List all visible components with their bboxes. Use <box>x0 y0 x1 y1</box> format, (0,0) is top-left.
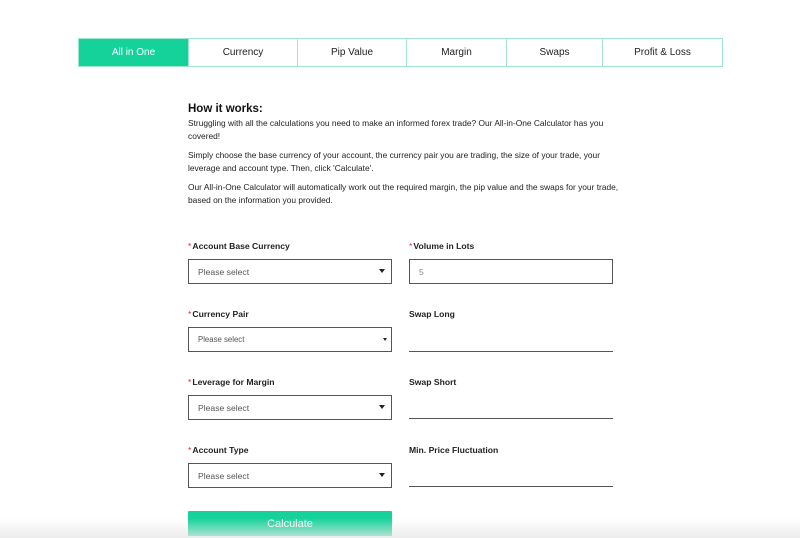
tab-currency[interactable]: Currency <box>188 39 297 66</box>
calculator-tabs: All in One Currency Pip Value Margin Swa… <box>78 38 723 67</box>
how-it-works-paragraph-2: Simply choose the base currency of your … <box>188 150 600 173</box>
tab-all-in-one[interactable]: All in One <box>79 39 188 66</box>
min-price-fluctuation-field <box>409 486 613 487</box>
min-price-fluctuation-label: Min. Price Fluctuation <box>409 445 499 455</box>
caret-down-icon <box>379 269 385 273</box>
required-mark: * <box>188 445 192 455</box>
volume-input[interactable]: 5 <box>409 259 613 284</box>
swap-long-field <box>409 351 613 352</box>
caret-down-icon <box>379 473 385 477</box>
required-mark: * <box>409 241 413 251</box>
tab-pip-value[interactable]: Pip Value <box>297 39 406 66</box>
account-type-select[interactable]: Please select <box>188 463 392 488</box>
base-currency-value: Please select <box>198 266 250 277</box>
caret-down-icon <box>383 338 387 341</box>
required-mark: * <box>188 309 192 319</box>
volume-label: *Volume in Lots <box>409 241 475 251</box>
base-currency-select[interactable]: Please select <box>188 259 392 284</box>
leverage-select[interactable]: Please select <box>188 395 392 420</box>
caret-down-icon <box>379 405 385 409</box>
calculate-button[interactable]: Calculate <box>188 511 392 536</box>
how-it-works-paragraph-3: Our All-in-One Calculator will automatic… <box>188 182 619 205</box>
how-it-works-paragraph-1: Struggling with all the calculations you… <box>188 118 604 141</box>
how-it-works-section: How it works: Struggling with all the ca… <box>188 103 628 213</box>
leverage-label: *Leverage for Margin <box>188 377 275 387</box>
swap-short-label: Swap Short <box>409 377 457 387</box>
account-type-value: Please select <box>198 470 250 481</box>
required-mark: * <box>188 377 192 387</box>
currency-pair-select[interactable]: Please select <box>188 327 392 352</box>
required-mark: * <box>188 241 192 251</box>
tab-swaps[interactable]: Swaps <box>506 39 602 66</box>
currency-pair-value: Please select <box>198 335 245 344</box>
account-type-label: *Account Type <box>188 445 249 455</box>
swap-short-field <box>409 418 613 419</box>
base-currency-label: *Account Base Currency <box>188 241 290 251</box>
volume-placeholder: 5 <box>419 266 424 277</box>
tab-margin[interactable]: Margin <box>406 39 506 66</box>
tab-profit-loss[interactable]: Profit & Loss <box>602 39 722 66</box>
leverage-value: Please select <box>198 402 250 413</box>
currency-pair-label: *Currency Pair <box>188 309 249 319</box>
how-it-works-title: How it works: <box>188 103 263 115</box>
swap-long-label: Swap Long <box>409 309 455 319</box>
bottom-fade <box>0 518 800 538</box>
